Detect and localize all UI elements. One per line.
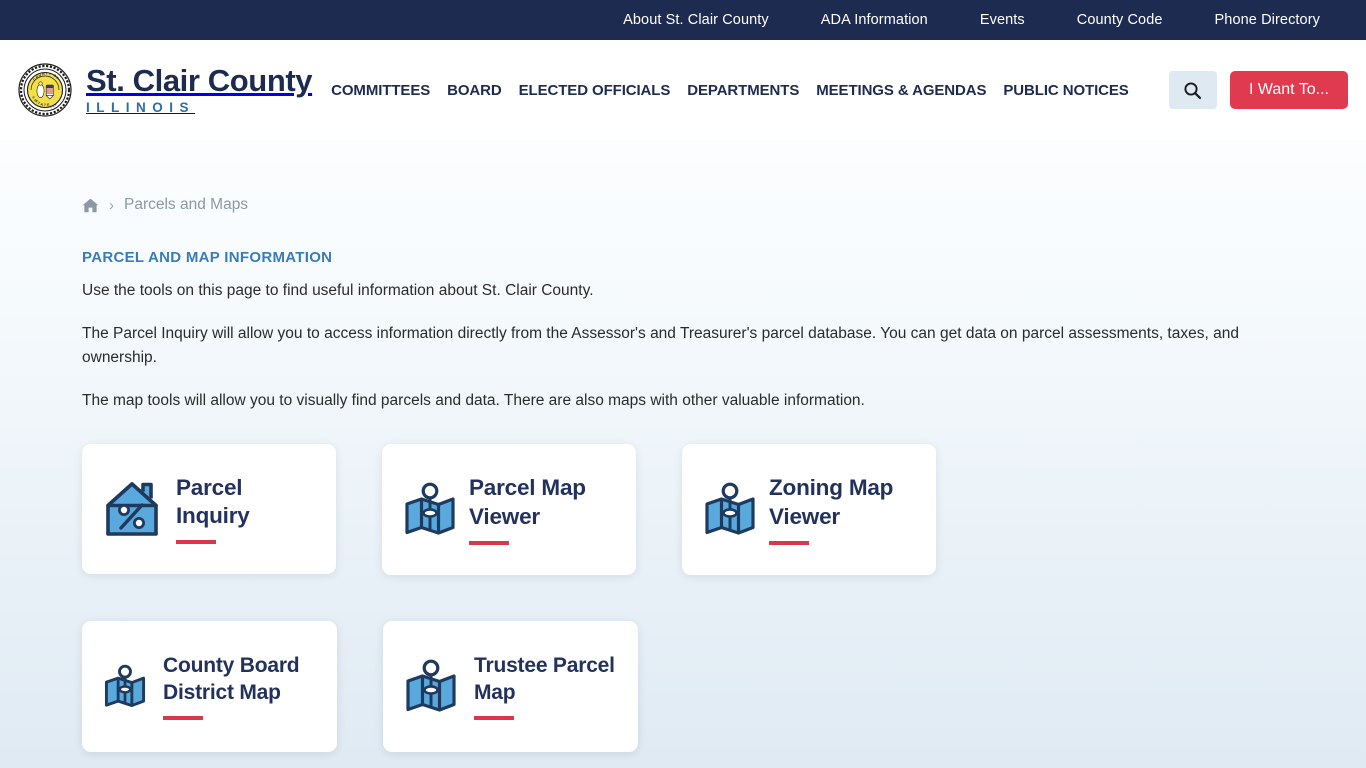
- tool-card-grid: Parcel Inquiry Parcel Map Viewer Zoning …: [82, 444, 982, 753]
- breadcrumb-current: Parcels and Maps: [124, 196, 249, 213]
- card-parcel-inquiry[interactable]: Parcel Inquiry: [82, 444, 336, 575]
- nav-item-meetings-agendas[interactable]: MEETINGS & AGENDAS: [816, 82, 986, 99]
- card-title-parcel-inquiry: Parcel Inquiry: [176, 474, 250, 529]
- nav-item-departments[interactable]: DEPARTMENTS: [687, 82, 799, 99]
- card-title-parcel-map-viewer: Parcel Map Viewer: [469, 475, 586, 529]
- card-accent-rule: [469, 540, 509, 545]
- brand-subtitle: ILLINOIS: [86, 100, 195, 116]
- search-button[interactable]: [1168, 71, 1217, 109]
- home-icon: [82, 198, 99, 212]
- page-title: PARCEL AND MAP INFORMATION: [82, 249, 333, 266]
- breadcrumb-home-link[interactable]: [82, 198, 99, 213]
- intro-paragraph-3: The map tools will allow you to visually…: [82, 392, 865, 410]
- card-title-trustee-parcel-map: Trustee Parcel Map: [474, 654, 615, 704]
- map-pin-icon: [705, 482, 755, 535]
- card-accent-rule: [176, 540, 216, 545]
- card-accent-rule: [769, 540, 809, 545]
- card-title-zoning-map-viewer: Zoning Map Viewer: [769, 475, 894, 529]
- card-parcel-map-viewer[interactable]: Parcel Map Viewer: [382, 444, 636, 576]
- map-pin-icon: [406, 659, 456, 712]
- page-content: › Parcels and Maps PARCEL AND MAP INFORM…: [0, 140, 1366, 753]
- brand-title: St. Clair County: [86, 63, 313, 99]
- nav-item-committees[interactable]: COMMITTEES: [331, 82, 430, 99]
- main-navigation: COMMITTEES BOARD ELECTED OFFICIALS DEPAR…: [331, 82, 1169, 99]
- card-title-county-board-district-map: County Board District Map: [163, 654, 300, 704]
- topbar-link-county-code[interactable]: County Code: [1077, 12, 1163, 28]
- card-accent-rule: [474, 715, 514, 720]
- card-accent-rule: [163, 715, 203, 720]
- topbar-link-phone-directory[interactable]: Phone Directory: [1215, 12, 1320, 28]
- county-seal-icon: C O U N T Y O F S T A T E S T I L L: [18, 63, 72, 117]
- card-body: Parcel Map Viewer: [469, 474, 614, 545]
- topbar-link-events[interactable]: Events: [980, 12, 1025, 28]
- nav-item-public-notices[interactable]: PUBLIC NOTICES: [1003, 82, 1128, 99]
- card-trustee-parcel-map[interactable]: Trustee Parcel Map: [383, 621, 638, 753]
- map-pin-icon: [405, 482, 455, 535]
- top-utility-bar: About St. Clair County ADA Information E…: [0, 0, 1366, 40]
- brand-text: St. Clair County ILLINOIS: [86, 63, 313, 116]
- nav-item-board[interactable]: BOARD: [447, 82, 502, 99]
- card-body: Parcel Inquiry: [176, 474, 314, 545]
- site-header: C O U N T Y O F S T A T E S T I L L St. …: [0, 40, 1366, 140]
- intro-paragraph-2: The Parcel Inquiry will allow you to acc…: [82, 325, 1239, 367]
- intro-paragraph-1: Use the tools on this page to find usefu…: [82, 282, 594, 299]
- map-pin-icon: [104, 664, 146, 707]
- card-zoning-map-viewer[interactable]: Zoning Map Viewer: [682, 444, 936, 576]
- house-percent-icon: [106, 482, 158, 536]
- topbar-link-ada-information[interactable]: ADA Information: [821, 12, 928, 28]
- search-icon: [1184, 81, 1202, 99]
- topbar-link-about[interactable]: About St. Clair County: [623, 12, 769, 28]
- card-body: Zoning Map Viewer: [769, 474, 914, 545]
- i-want-to-button[interactable]: I Want To...: [1229, 71, 1348, 109]
- breadcrumb: › Parcels and Maps: [82, 140, 1366, 214]
- card-body: County Board District Map: [163, 653, 315, 720]
- header-actions: I Want To...: [1168, 71, 1348, 109]
- card-county-board-district-map[interactable]: County Board District Map: [82, 621, 337, 753]
- brand-logo-link[interactable]: C O U N T Y O F S T A T E S T I L L St. …: [18, 63, 313, 117]
- nav-item-elected-officials[interactable]: ELECTED OFFICIALS: [519, 82, 671, 99]
- breadcrumb-separator: ›: [109, 196, 114, 214]
- card-body: Trustee Parcel Map: [474, 653, 616, 720]
